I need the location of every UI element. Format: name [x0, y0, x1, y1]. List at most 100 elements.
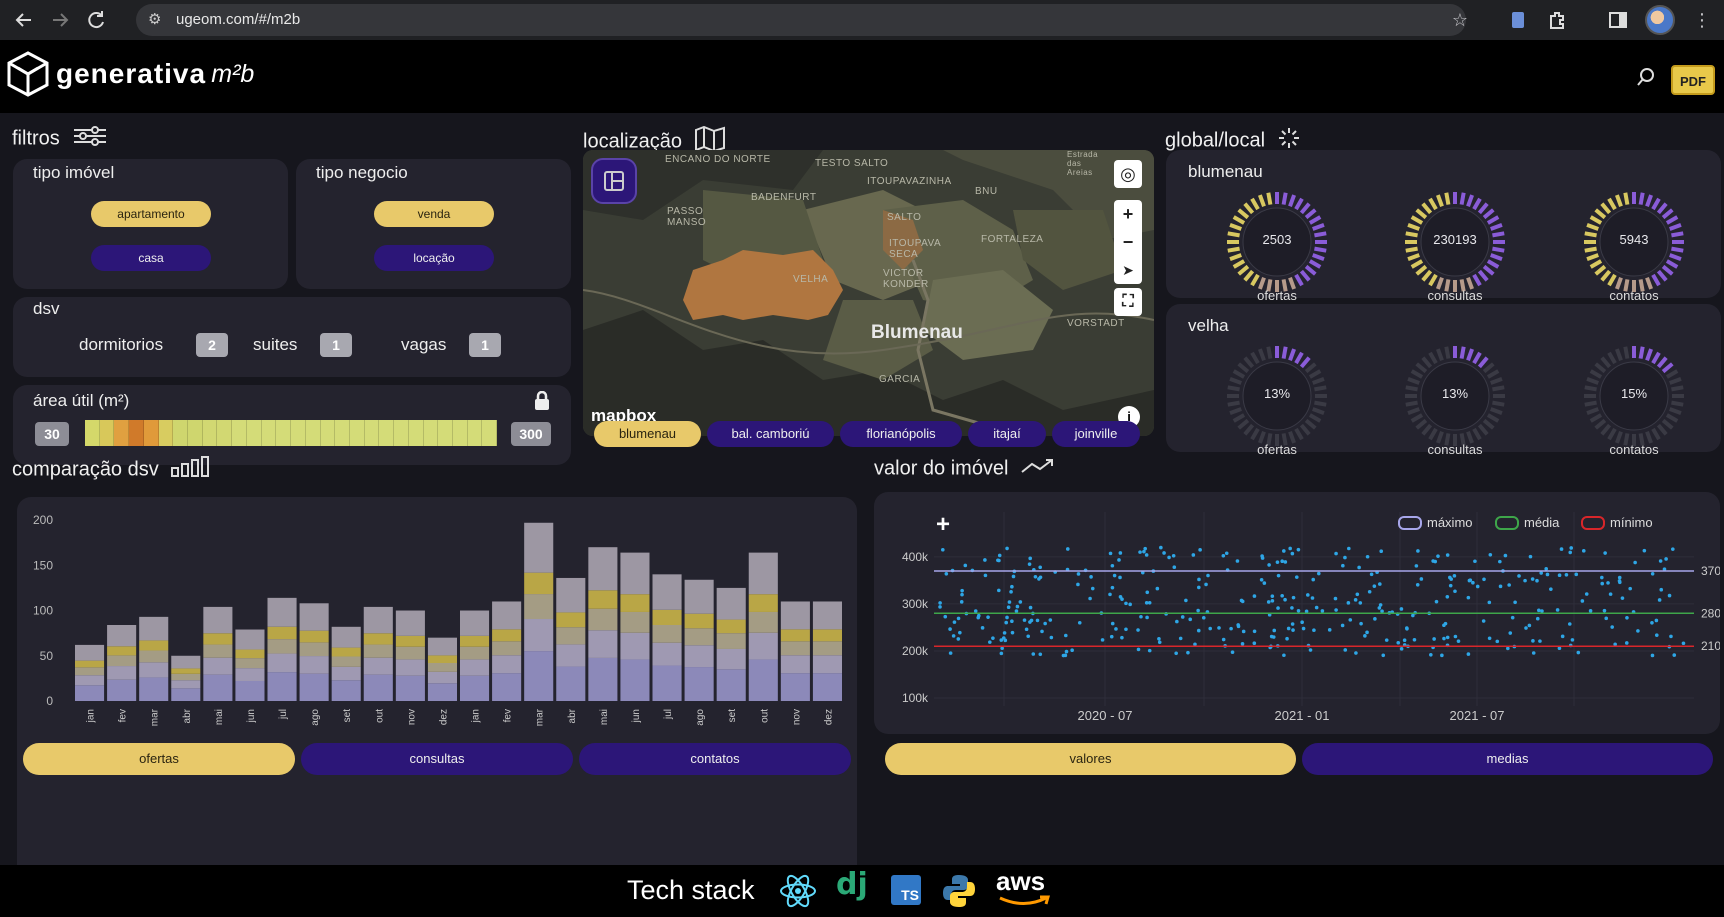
reload-icon[interactable] — [84, 8, 108, 32]
bar-segment[interactable] — [203, 674, 233, 701]
bar-segment[interactable] — [684, 645, 714, 668]
bar-segment[interactable] — [684, 628, 714, 646]
legend-label[interactable]: média — [1524, 515, 1560, 530]
bar-segment[interactable] — [299, 656, 329, 674]
bar-segment[interactable] — [652, 665, 682, 701]
city-joinville[interactable]: joinville — [1052, 421, 1140, 447]
bar-segment[interactable] — [460, 635, 490, 647]
bar-segment[interactable] — [107, 655, 137, 667]
bar-segment[interactable] — [684, 579, 714, 614]
bar-segment[interactable] — [492, 601, 522, 630]
bar-segment[interactable] — [75, 667, 105, 676]
bar-segment[interactable] — [203, 644, 233, 658]
bar-segment[interactable] — [748, 632, 778, 660]
bar-segment[interactable] — [107, 625, 137, 647]
bar-segment[interactable] — [780, 655, 810, 674]
star-icon[interactable]: ☆ — [1448, 8, 1472, 32]
bar-segment[interactable] — [363, 633, 393, 645]
bar-segment[interactable] — [139, 662, 169, 678]
zoom-in-button[interactable]: + — [1114, 200, 1142, 228]
legend-swatch[interactable] — [1581, 516, 1605, 530]
bar-segment[interactable] — [588, 657, 618, 701]
bar-segment[interactable] — [267, 653, 297, 673]
option-venda[interactable]: venda — [374, 201, 494, 227]
bar-segment[interactable] — [588, 608, 618, 631]
layers-toggle-button[interactable] — [591, 158, 637, 204]
bar-segment[interactable] — [812, 673, 842, 701]
tab-valores[interactable]: valores — [885, 743, 1296, 775]
bar-segment[interactable] — [235, 658, 265, 669]
bar-segment[interactable] — [716, 633, 746, 649]
bar-segment[interactable] — [235, 680, 265, 701]
bar-segment[interactable] — [107, 666, 137, 680]
bar-segment[interactable] — [460, 610, 490, 636]
bar-segment[interactable] — [331, 656, 361, 667]
option-casa[interactable]: casa — [91, 245, 211, 271]
dormitorios-stepper[interactable]: 2 — [196, 333, 228, 357]
legend-label[interactable]: mínimo — [1610, 515, 1653, 530]
bar-segment[interactable] — [620, 659, 650, 701]
bar-segment[interactable] — [652, 625, 682, 643]
legend-swatch[interactable] — [1495, 516, 1519, 530]
city-bal-camboriu[interactable]: bal. camboriú — [707, 421, 834, 447]
bar-segment[interactable] — [235, 649, 265, 659]
bar-segment[interactable] — [75, 675, 105, 686]
back-icon[interactable] — [12, 8, 36, 32]
bar-segment[interactable] — [331, 626, 361, 648]
bar-segment[interactable] — [780, 673, 810, 701]
bar-segment[interactable] — [620, 611, 650, 633]
bar-segment[interactable] — [139, 640, 169, 651]
zoom-out-button[interactable]: − — [1114, 228, 1142, 256]
lock-icon[interactable] — [533, 390, 551, 416]
bar-segment[interactable] — [171, 668, 201, 674]
suites-stepper[interactable]: 1 — [320, 333, 352, 357]
bar-segment[interactable] — [748, 659, 778, 701]
bar-segment[interactable] — [812, 629, 842, 642]
bar-segment[interactable] — [716, 669, 746, 701]
extension-icon[interactable] — [1506, 8, 1530, 32]
site-info-icon[interactable]: ⚙ — [148, 10, 161, 28]
bar-segment[interactable] — [652, 609, 682, 625]
option-apartamento[interactable]: apartamento — [91, 201, 211, 227]
bar-segment[interactable] — [299, 642, 329, 657]
pdf-button[interactable]: PDF — [1671, 65, 1715, 95]
bar-segment[interactable] — [331, 666, 361, 681]
bar-segment[interactable] — [139, 650, 169, 663]
city-itajai[interactable]: itajaí — [968, 421, 1046, 447]
bar-segment[interactable] — [556, 577, 586, 613]
bar-segment[interactable] — [427, 663, 457, 672]
bar-segment[interactable] — [299, 630, 329, 643]
bar-segment[interactable] — [171, 688, 201, 701]
compass-icon[interactable]: ➤ — [1114, 256, 1142, 284]
legend-label[interactable]: máximo — [1427, 515, 1473, 530]
bar-segment[interactable] — [556, 644, 586, 667]
bar-segment[interactable] — [235, 668, 265, 681]
bar-segment[interactable] — [363, 606, 393, 634]
bar-segment[interactable] — [588, 590, 618, 609]
bar-segment[interactable] — [748, 552, 778, 595]
tab-contatos[interactable]: contatos — [579, 743, 851, 775]
option-locacao[interactable]: locação — [374, 245, 494, 271]
bar-segment[interactable] — [395, 646, 425, 660]
bar-segment[interactable] — [492, 641, 522, 656]
bar-segment[interactable] — [75, 644, 105, 661]
bar-segment[interactable] — [716, 619, 746, 634]
bar-segment[interactable] — [107, 679, 137, 701]
bar-segment[interactable] — [203, 633, 233, 645]
bar-segment[interactable] — [812, 655, 842, 674]
bar-segment[interactable] — [171, 655, 201, 669]
sidebar-icon[interactable] — [1606, 8, 1630, 32]
bar-segment[interactable] — [492, 655, 522, 674]
vagas-stepper[interactable]: 1 — [469, 333, 501, 357]
bar-segment[interactable] — [588, 547, 618, 591]
bar-segment[interactable] — [460, 646, 490, 660]
bar-segment[interactable] — [524, 619, 554, 652]
bar-segment[interactable] — [524, 572, 554, 595]
city-blumenau[interactable]: blumenau — [594, 421, 701, 447]
forward-icon[interactable] — [48, 8, 72, 32]
map-view[interactable]: ENCANO DO NORTE TESTO SALTO ITOUPAVAZINH… — [583, 150, 1154, 436]
geolocate-icon[interactable]: ◎ — [1114, 160, 1142, 188]
bar-segment[interactable] — [75, 660, 105, 668]
add-series-icon[interactable]: + — [936, 511, 950, 538]
bar-segment[interactable] — [492, 673, 522, 701]
